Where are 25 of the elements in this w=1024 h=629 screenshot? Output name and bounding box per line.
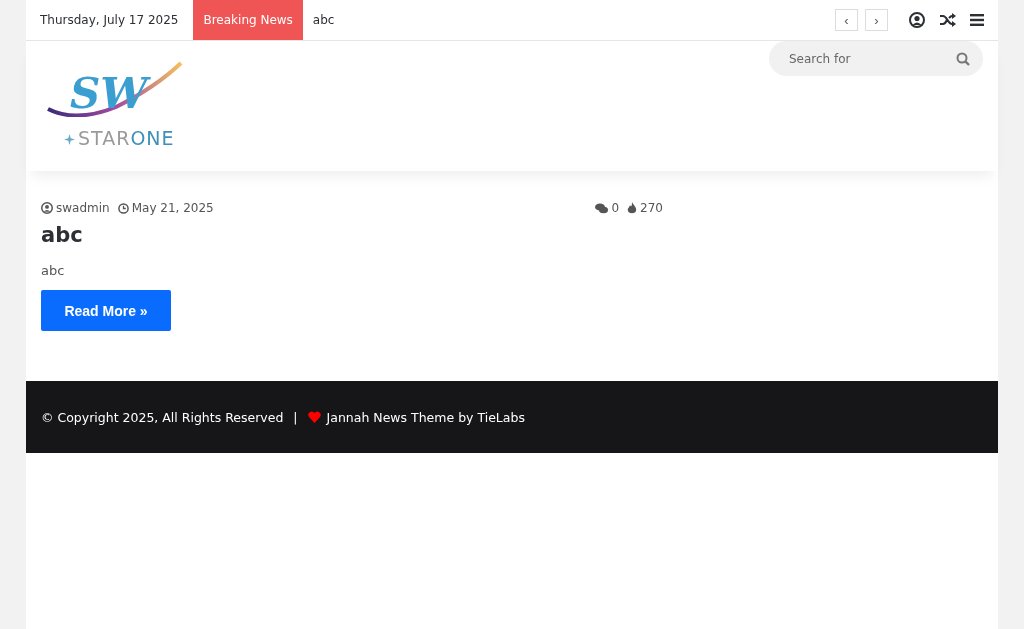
clock-icon xyxy=(117,202,129,214)
search-field[interactable]: Search for xyxy=(769,41,983,76)
comment-count[interactable]: 0 xyxy=(611,201,620,215)
breaking-news-label: Breaking News xyxy=(193,0,303,40)
view-count: 270 xyxy=(640,201,663,215)
user-icon[interactable] xyxy=(909,12,925,28)
next-button[interactable]: › xyxy=(865,9,888,31)
star-icon xyxy=(64,134,75,145)
date-text: Thursday, July 17 2025 xyxy=(40,13,179,27)
author-link[interactable]: swadmin xyxy=(56,201,110,215)
read-more-button[interactable]: Read More » xyxy=(41,290,171,331)
search-icon[interactable] xyxy=(956,52,970,66)
post-title[interactable]: abc xyxy=(41,223,671,247)
breaking-headline-link[interactable]: abc xyxy=(312,13,335,27)
theme-credit-link[interactable]: Jannah News Theme by TieLabs xyxy=(326,409,525,425)
user-icon xyxy=(41,202,53,214)
shuffle-icon[interactable] xyxy=(939,13,956,27)
copyright-text: © Copyright 2025, All Rights Reserved xyxy=(41,409,284,425)
separator-text: | xyxy=(293,409,298,425)
previous-button[interactable]: ‹ xyxy=(835,9,858,31)
comments-icon xyxy=(595,202,609,214)
post-date: May 21, 2025 xyxy=(131,201,214,215)
post-excerpt: abc xyxy=(41,263,66,278)
menu-icon[interactable] xyxy=(970,14,984,26)
heart-icon xyxy=(307,411,321,423)
